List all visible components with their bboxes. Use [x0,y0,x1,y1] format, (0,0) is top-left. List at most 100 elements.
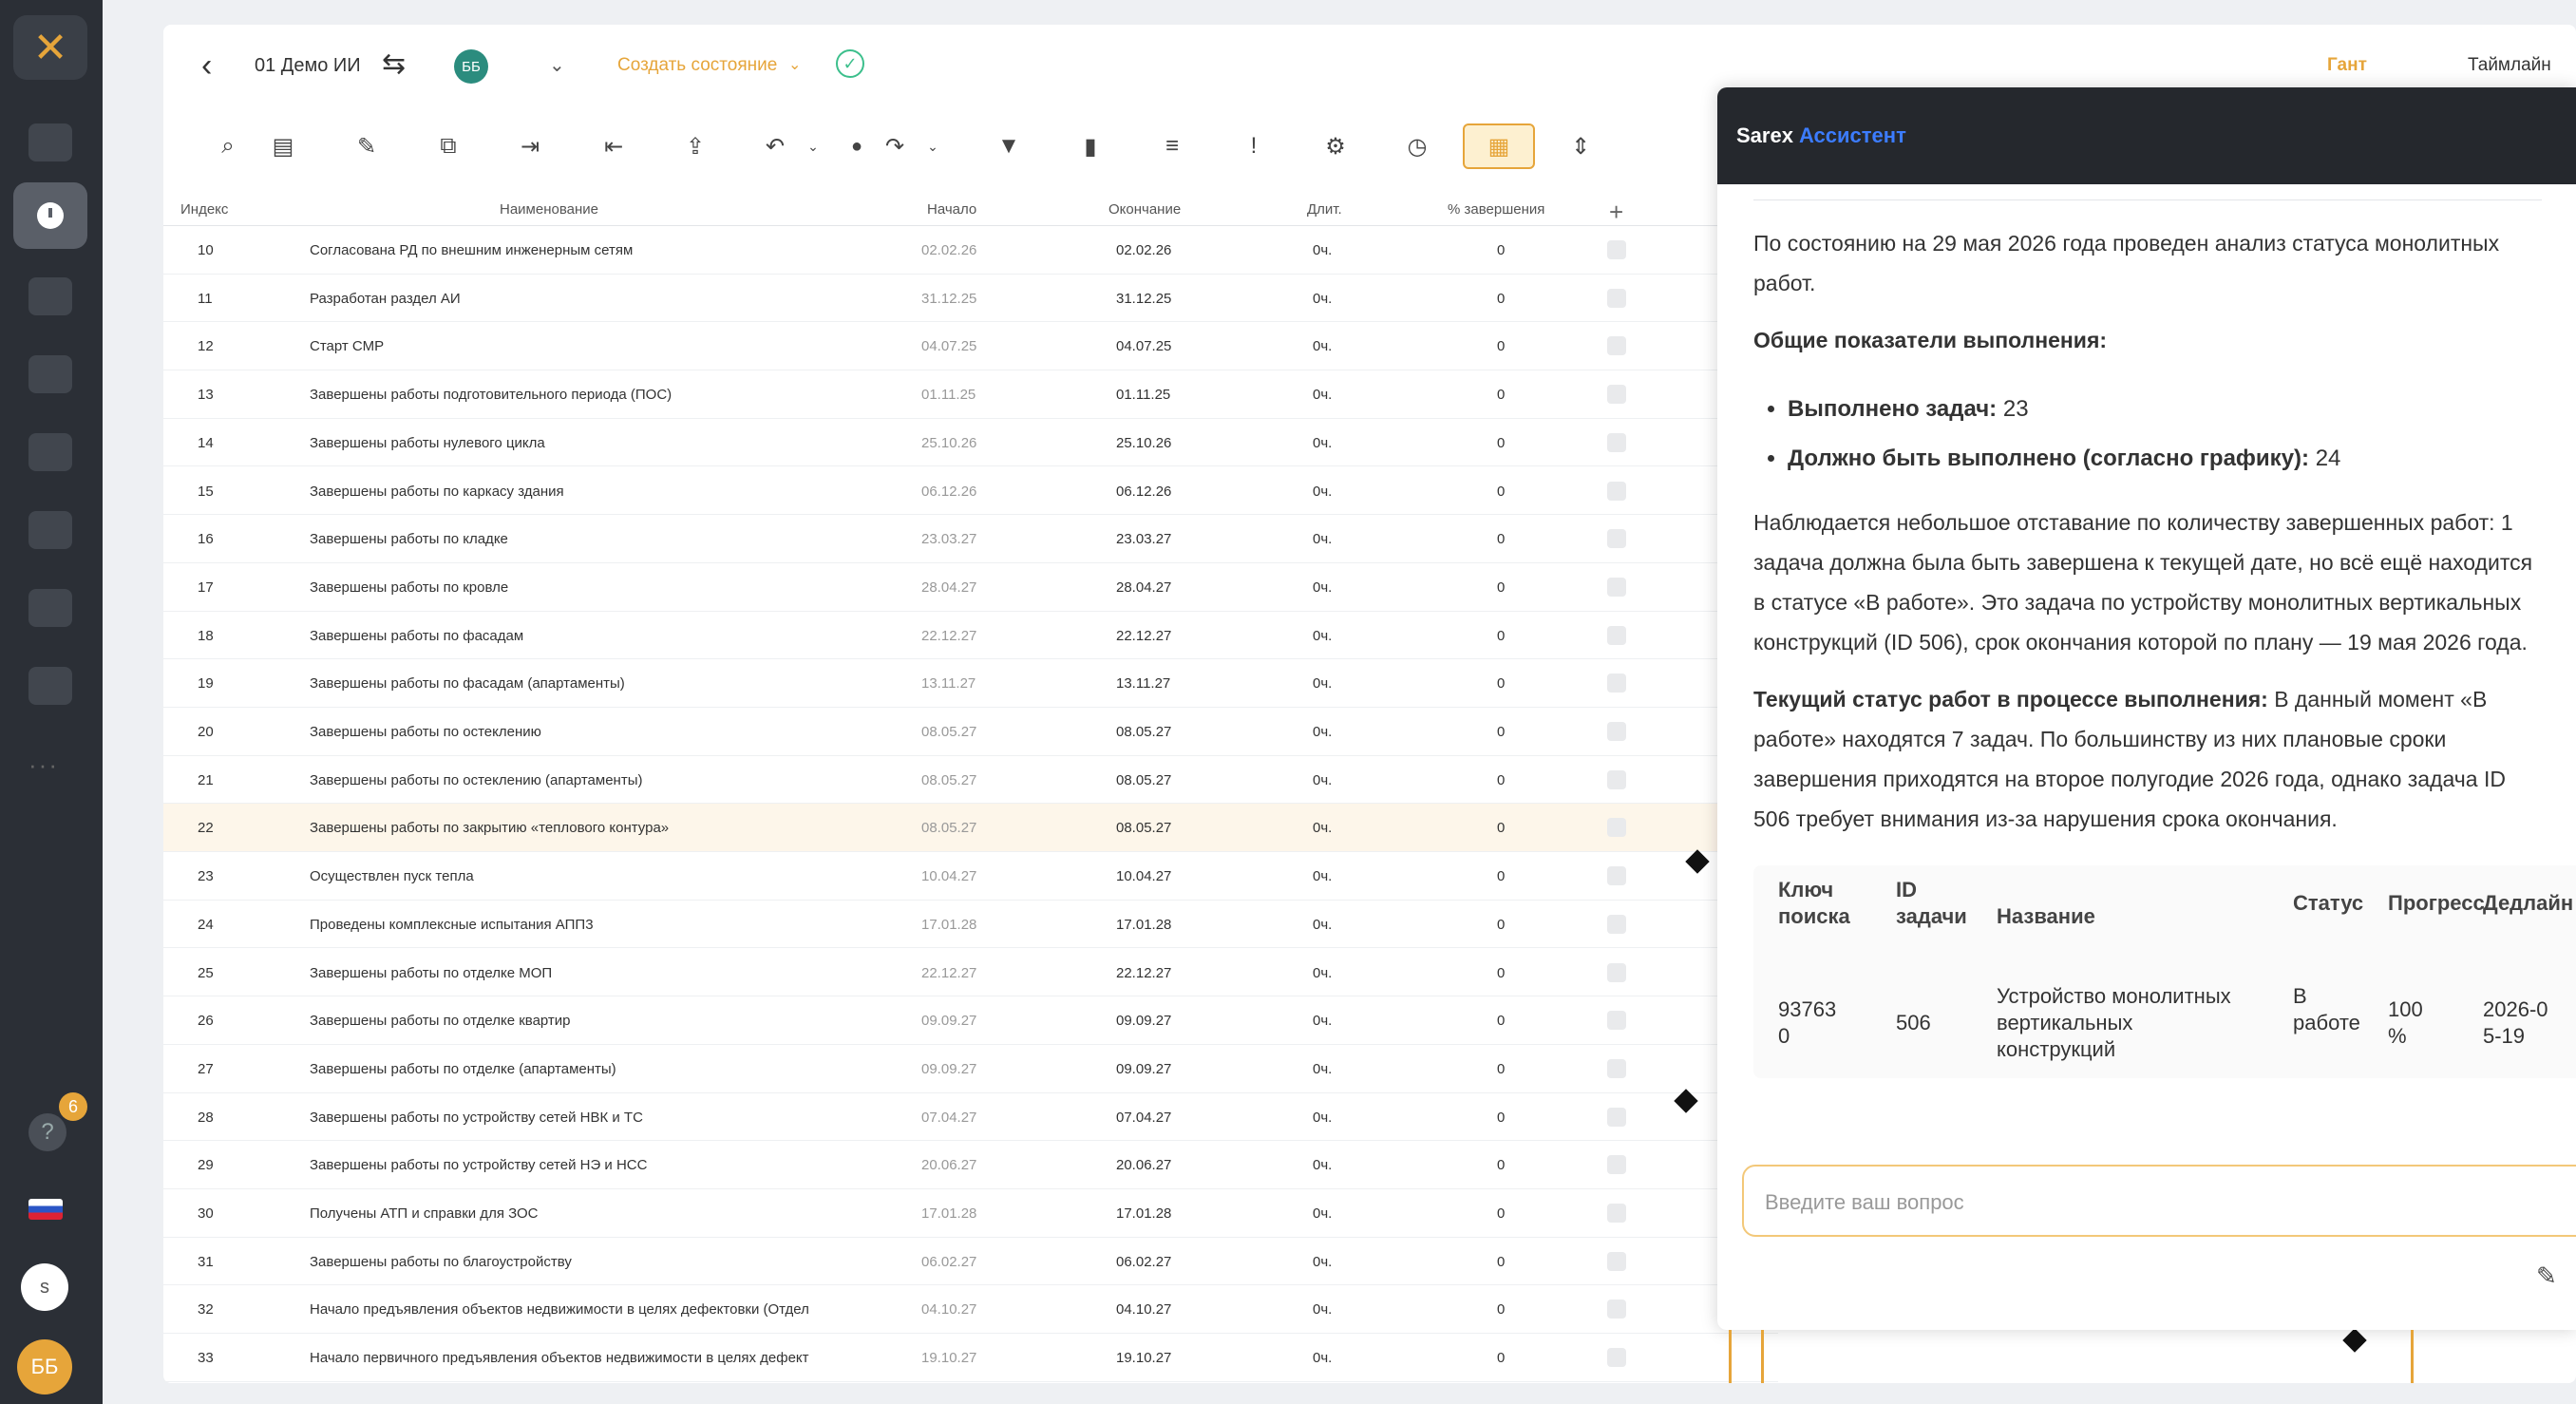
clock-nav-icon[interactable] [13,182,87,249]
row-checkbox[interactable] [1607,962,1626,982]
user-button[interactable]: s [21,1263,68,1311]
col-end[interactable]: Окончание [1108,201,1181,218]
table-row[interactable]: 12 Старт СМР 04.07.25 04.07.25 0ч. 0 [163,322,1778,371]
table-row[interactable]: 11 Разработан раздел АИ 31.12.25 31.12.25 0ч… [163,275,1778,323]
expand-icon[interactable]: ⇕ [1562,127,1600,165]
table-row[interactable]: 26 Завершены работы по отделке квартир 09.… [163,996,1778,1045]
col-index[interactable]: Индекс [180,201,228,218]
row-checkbox[interactable] [1607,674,1626,693]
create-state-chevron-icon[interactable]: ⌄ [788,55,801,74]
table-row[interactable]: 19 Завершены работы по фасадам (апартамен… [163,659,1778,708]
clock-icon[interactable]: ◷ [1398,127,1436,165]
tab-gantt[interactable]: Гант [2327,55,2367,76]
project-name[interactable]: 01 Демо ИИ [255,55,361,77]
table-row[interactable]: 18 Завершены работы по фасадам 22.12.27 22.… [163,612,1778,660]
user-settings-icon[interactable]: ⚙ [1316,127,1354,165]
row-checkbox[interactable] [1607,1155,1626,1175]
table-row[interactable]: 29 Завершены работы по устройству сетей Н… [163,1141,1778,1189]
row-checkbox[interactable] [1607,866,1626,886]
redo-chevron-icon[interactable]: ⌄ [914,127,952,165]
row-checkbox[interactable] [1607,529,1626,549]
building-icon[interactable] [28,589,72,627]
check-circle-icon[interactable]: ✓ [836,49,864,78]
table-row[interactable]: 21 Завершены работы по остеклению (апарта… [163,756,1778,805]
folder-icon[interactable] [28,511,72,549]
table-row[interactable]: 25 Завершены работы по отделке МОП 22.12.2… [163,949,1778,997]
col-start[interactable]: Начало [927,201,976,218]
outdent-icon[interactable]: ⇤ [595,127,633,165]
send-icon[interactable]: ✎ [2536,1262,2557,1291]
alert-icon[interactable]: ! [1235,127,1273,165]
row-checkbox[interactable] [1607,577,1626,597]
avatar[interactable]: ББ [17,1339,72,1395]
table-row[interactable]: 24 Проведены комплексные испытания АПП3 17… [163,901,1778,949]
table-row[interactable]: 13 Завершены работы подготовительного пер… [163,370,1778,419]
chevron-down-icon[interactable]: ⌄ [549,53,565,77]
row-checkbox[interactable] [1607,625,1626,645]
row-checkbox[interactable] [1607,1011,1626,1031]
row-checkbox[interactable] [1607,288,1626,308]
notification-badge[interactable]: 6 [59,1092,87,1121]
document-icon[interactable] [28,277,72,315]
export-icon[interactable]: ⇪ [676,127,714,165]
table-row[interactable]: 16 Завершены работы по кладке 23.03.27 23.0… [163,515,1778,563]
clipboard-icon[interactable]: ▤ [264,127,302,165]
table-row[interactable]: 33 Начало первичного предъявления объекто… [163,1334,1778,1382]
redo-icon[interactable]: ↷ [876,127,914,165]
table-row[interactable]: 20 Завершены работы по остеклению 08.05.27… [163,708,1778,756]
table-row[interactable]: 32 Начало предъявления объектов недвижимо… [163,1285,1778,1335]
align-icon[interactable]: ≡ [1153,127,1191,165]
info-icon[interactable]: ● [838,127,876,165]
col-percent[interactable]: % завершения [1448,201,1544,218]
back-icon[interactable]: ‹ [201,47,212,85]
undo-chevron-icon[interactable]: ⌄ [794,127,832,165]
row-checkbox[interactable] [1607,722,1626,741]
row-checkbox[interactable] [1607,481,1626,501]
table-row[interactable]: 15 Завершены работы по каркасу здания 06.1… [163,467,1778,516]
video-icon[interactable] [28,123,72,161]
checklist-icon[interactable] [28,433,72,471]
table-row[interactable]: 30 Получены АТП и справки для ЗОС 17.01.28… [163,1189,1778,1238]
table-row[interactable]: 17 Завершены работы по кровле 28.04.27 28.0… [163,563,1778,612]
row-checkbox[interactable] [1607,769,1626,789]
tab-timeline[interactable]: Таймлайн [2468,55,2551,76]
indent-icon[interactable]: ⇥ [511,127,549,165]
user-avatar[interactable]: ББ [454,49,488,84]
help-icon[interactable]: ? [28,1113,66,1151]
language-flag-icon[interactable] [28,1199,63,1220]
chart-icon[interactable] [28,667,72,705]
row-checkbox[interactable] [1607,1300,1626,1319]
row-checkbox[interactable] [1607,1058,1626,1078]
swap-icon[interactable]: ⇆ [382,47,406,81]
table-row[interactable]: 31 Завершены работы по благоустройству 06.… [163,1238,1778,1286]
row-checkbox[interactable] [1607,240,1626,259]
row-checkbox[interactable] [1607,432,1626,452]
bookmark-icon[interactable]: ▮ [1071,127,1109,165]
table-row[interactable]: 14 Завершены работы нулевого цикла 25.10.2… [163,419,1778,467]
copy-icon[interactable]: ⧉ [429,127,467,165]
row-checkbox[interactable] [1607,1251,1626,1271]
create-state-button[interactable]: Создать состояние [617,55,777,76]
row-checkbox[interactable] [1607,914,1626,934]
row-checkbox[interactable] [1607,1107,1626,1127]
question-input[interactable] [1765,1184,2430,1222]
more-icon[interactable]: ··· [28,750,59,780]
table-row[interactable]: 22 Завершены работы по закрытию «тепловог… [163,804,1778,853]
table-row[interactable]: 23 Осуществлен пуск тепла 10.04.27 10.04.27… [163,852,1778,901]
search-icon[interactable]: ⌕ [209,127,247,165]
table-row[interactable]: 10 Согласована РД по внешним инженерным с… [163,226,1778,275]
table-row[interactable]: 28 Завершены работы по устройству сетей Н… [163,1093,1778,1142]
filter-icon[interactable]: ▼ [990,127,1028,165]
row-checkbox[interactable] [1607,1348,1626,1368]
app-logo-icon[interactable]: ✕ [13,15,87,80]
add-column-button[interactable]: + [1609,198,1623,227]
col-name[interactable]: Наименование [500,201,598,218]
row-checkbox[interactable] [1607,1204,1626,1223]
row-checkbox[interactable] [1607,336,1626,356]
row-checkbox[interactable] [1607,385,1626,405]
col-duration[interactable]: Длит. [1307,201,1342,218]
file-icon[interactable] [28,355,72,393]
undo-icon[interactable]: ↶ [756,127,794,165]
table-view-icon[interactable]: ▦ [1463,123,1535,169]
pencil-icon[interactable]: ✎ [348,127,386,165]
